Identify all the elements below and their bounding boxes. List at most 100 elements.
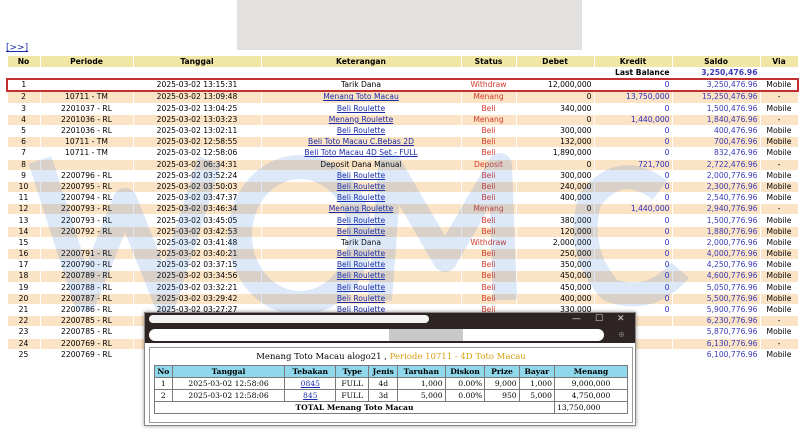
transaction-detail-link[interactable]: Beli Roulette	[337, 283, 385, 292]
row-periode: 2201037 - RL	[39, 102, 134, 115]
win-cell-tanggal: 2025-03-02 12:58:06	[171, 377, 286, 390]
col-header-no: No	[6, 55, 41, 68]
row-no: 17	[6, 259, 41, 272]
row-no: 2	[6, 90, 41, 104]
table-row: 19 2200788 - RL 2025-03-02 03:32:21 Beli Ro…	[6, 281, 799, 294]
row-debet: 1,890,000	[515, 147, 595, 160]
table-row: 20 2200787 - RL 2025-03-02 03:29:42 Beli Ro…	[6, 292, 799, 305]
row-keterangan: Beli Roulette	[260, 259, 462, 272]
win-row: 2 2025-03-02 12:58:06 845 FULL 3d 5,000 0.00% 9…	[154, 389, 629, 402]
row-keterangan: Tarik Dana	[260, 78, 462, 93]
row-debet: 0	[515, 203, 595, 216]
transaction-detail-link[interactable]: Beli Roulette	[337, 261, 385, 270]
transaction-detail-link[interactable]: Beli Toto Macau 4D Set - FULL	[304, 149, 417, 158]
win-cell-jenis: 3d	[368, 389, 399, 402]
transaction-detail-link[interactable]: Beli Roulette	[337, 126, 385, 135]
row-saldo: 4,250,776.96	[671, 259, 761, 272]
tebakan-link[interactable]: 845	[303, 391, 318, 400]
row-saldo: 2,000,776.96	[671, 169, 761, 182]
row-via: -	[759, 158, 799, 171]
row-status: Beli	[460, 292, 517, 305]
row-keterangan: Beli Roulette	[260, 169, 462, 182]
table-row: 11 2200794 - RL 2025-03-02 03:47:37 Beli Ro…	[6, 192, 799, 205]
row-via: Mobile	[759, 247, 799, 261]
col-header-tanggal: Tanggal	[132, 55, 262, 68]
next-page-link[interactable]: [>>]	[6, 43, 28, 53]
row-keterangan: Beli Toto Macau C.Bebas 2D	[260, 136, 462, 149]
row-tanggal: 2025-03-02 06:34:31	[132, 158, 262, 171]
blurred-banner	[237, 0, 582, 50]
win-col-type: Type	[335, 365, 370, 378]
close-icon[interactable]: ✕	[617, 314, 625, 324]
row-via: -	[759, 90, 799, 104]
win-col-tebakan: Tebakan	[284, 365, 337, 378]
table-row: 7 10711 - TM 2025-03-02 12:58:06 Beli Toto …	[6, 147, 799, 160]
transaction-detail-link[interactable]: Beli Roulette	[337, 294, 385, 303]
zoom-icon[interactable]: ⊕	[618, 330, 625, 339]
win-col-jenis: Jenis	[368, 365, 399, 378]
row-status: Beli	[460, 247, 517, 261]
row-kredit: 0	[593, 78, 673, 93]
win-cell-diskon: 0.00%	[444, 377, 486, 390]
row-kredit: 0	[593, 292, 673, 305]
row-debet: 0	[515, 90, 595, 104]
transaction-detail-link[interactable]: Beli Roulette	[337, 227, 385, 236]
transaction-detail-link[interactable]: Beli Roulette	[337, 250, 385, 259]
row-periode: 10711 - TM	[39, 136, 134, 149]
win-row: 1 2025-03-02 12:58:06 0845 FULL 4d 1,000 0.00%…	[154, 377, 629, 390]
row-kredit: 0	[593, 247, 673, 261]
row-debet: 450,000	[515, 281, 595, 294]
table-row: 6 10711 - TM 2025-03-02 12:58:55 Beli Toto …	[6, 136, 799, 149]
row-tanggal: 2025-03-02 03:45:05	[132, 214, 262, 227]
transaction-detail-link[interactable]: Menang Roulette	[329, 205, 394, 214]
row-periode: 2200785 - RL	[39, 315, 134, 328]
win-col-no: No	[154, 365, 173, 378]
row-status: Beli	[460, 124, 517, 138]
maximize-icon[interactable]: ☐	[595, 314, 603, 324]
row-tanggal: 2025-03-02 12:58:06	[132, 147, 262, 160]
win-total-row: TOTAL Menang Toto Macau 13,750,000	[154, 401, 629, 414]
row-saldo: 4,000,776.96	[671, 247, 761, 261]
row-kredit: 0	[593, 102, 673, 115]
transaction-detail-link[interactable]: Beli Roulette	[337, 182, 385, 191]
row-no: 15	[6, 236, 41, 250]
row-no: 16	[6, 247, 41, 261]
col-header-kredit: Kredit	[593, 55, 673, 68]
transaction-detail-link[interactable]: Beli Roulette	[337, 216, 385, 225]
minimize-icon[interactable]: —	[572, 314, 581, 324]
row-tanggal: 2025-03-02 13:03:23	[132, 113, 262, 126]
row-keterangan: Beli Roulette	[260, 225, 462, 238]
win-cell-taruhan: 1,000	[397, 377, 446, 390]
transaction-detail-link[interactable]: Beli Roulette	[337, 272, 385, 281]
row-periode: 2200791 - RL	[39, 247, 134, 261]
row-debet: 250,000	[515, 247, 595, 261]
transaction-detail-link[interactable]: Menang Toto Macau	[323, 92, 399, 101]
transaction-detail-link[interactable]: Beli Roulette	[337, 194, 385, 203]
transaction-detail-link[interactable]: Beli Roulette	[337, 104, 385, 113]
win-cell-no: 2	[154, 389, 173, 402]
transaction-detail-link[interactable]: Beli Roulette	[337, 171, 385, 180]
row-kredit: 0	[593, 169, 673, 182]
blurred-url-bar	[149, 329, 604, 341]
win-cell-no: 1	[154, 377, 173, 390]
last-balance-value: 3,250,476.96	[671, 67, 761, 80]
row-tanggal: 2025-03-02 03:37:15	[132, 259, 262, 272]
tebakan-link[interactable]: 0845	[301, 379, 320, 388]
row-debet: 120,000	[515, 225, 595, 238]
win-cell-jenis: 4d	[368, 377, 399, 390]
row-periode: 10711 - TM	[39, 147, 134, 160]
row-keterangan: Menang Roulette	[260, 203, 462, 216]
row-no: 11	[6, 192, 41, 205]
row-keterangan: Deposit Dana Manual	[260, 158, 462, 171]
table-row: 4 2201036 - RL 2025-03-02 13:03:23 Menang R…	[6, 113, 799, 126]
row-no: 5	[6, 124, 41, 138]
row-kredit: 1,440,000	[593, 113, 673, 126]
win-cell-prize: 9,000	[484, 377, 520, 390]
row-no: 7	[6, 147, 41, 160]
row-status: Withdraw	[460, 78, 517, 93]
win-cell-menang: 4,750,000	[553, 389, 629, 402]
row-status: Beli	[460, 259, 517, 272]
transaction-detail-link[interactable]: Menang Roulette	[329, 115, 394, 124]
transaction-detail-link[interactable]: Beli Toto Macau C.Bebas 2D	[308, 138, 414, 147]
table-header-row: No Periode Tanggal Keterangan Status Deb…	[6, 55, 799, 68]
